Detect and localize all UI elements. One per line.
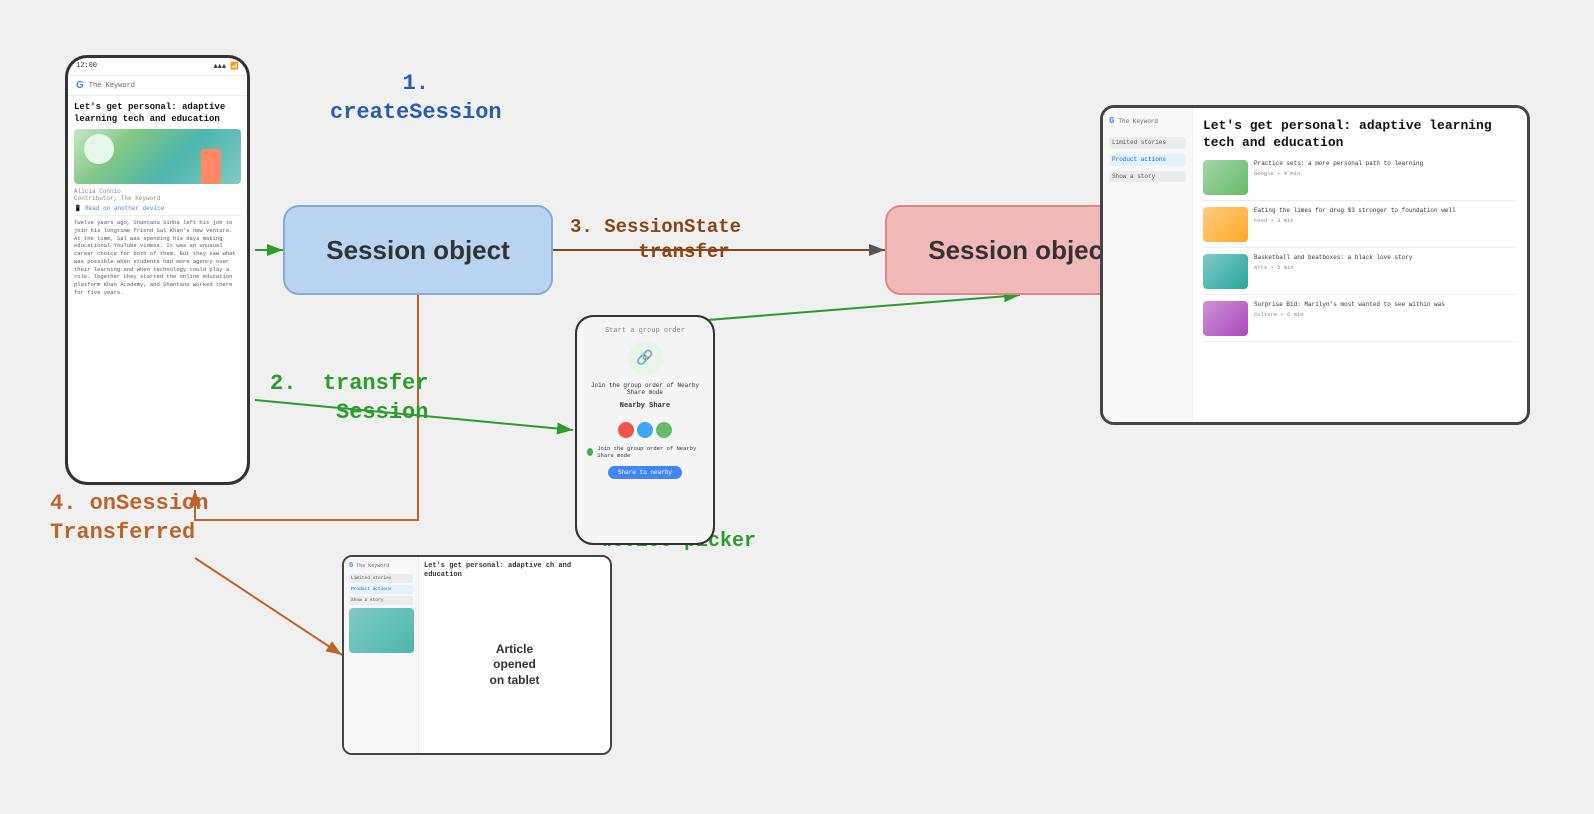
diagram-container: 1. createSession 2. transfer Session 3. … xyxy=(0,0,1594,814)
phone-content: Let's get personal: adaptive learning te… xyxy=(68,96,247,482)
read-on-device: 📱 Read on another device xyxy=(74,205,241,216)
phone-device-picker: Start a group order 🔗 Join the group ord… xyxy=(575,315,715,545)
tablet-list-item-1: Eating the limes for drug $3 stronger to… xyxy=(1203,207,1517,248)
tablet-destination: G The Keyword Limited stories Product ac… xyxy=(1100,105,1530,425)
tablet-list-text-0: Practice sets: a more personal path to l… xyxy=(1254,160,1423,168)
device-list: Join the group order of Nearby Share mod… xyxy=(582,442,708,462)
tb-item-0: Limited stories xyxy=(349,574,413,583)
tb-main: Let's get personal: adaptive ch and educ… xyxy=(419,557,610,753)
tablet-article-list: Practice sets: a more personal path to l… xyxy=(1203,160,1517,342)
tablet-list-img-0 xyxy=(1203,160,1248,195)
tablet-list-item-0: Practice sets: a more personal path to l… xyxy=(1203,160,1517,201)
tablet-sidebar-top: G The Keyword xyxy=(1109,116,1186,126)
tablet-main: Let's get personal: adaptive learning te… xyxy=(1193,108,1527,422)
nearby-share-icon: 🔗 xyxy=(628,341,663,376)
article-image xyxy=(74,129,241,184)
group-order-text: Join the group order of Nearby Share mod… xyxy=(582,382,708,396)
tablet-article-opened: G The Keyword Limited stories Product ac… xyxy=(342,555,612,755)
tablet-list-meta-2: Arts • 5 min xyxy=(1254,264,1412,271)
tablet-list-img-2 xyxy=(1203,254,1248,289)
device-dot xyxy=(587,448,593,456)
tablet-list-text-1: Eating the limes for drug $3 stronger to… xyxy=(1254,207,1456,215)
phone-top-bar: G The Keyword xyxy=(68,76,247,96)
session-box-left: Session object xyxy=(283,205,553,295)
tb-sidebar: G The Keyword Limited stories Product ac… xyxy=(344,557,419,753)
tablet-article-title: Let's get personal: adaptive learning te… xyxy=(1203,118,1517,152)
tb-article-header: Let's get personal: adaptive ch and educ… xyxy=(419,557,610,582)
device-avatar-2 xyxy=(637,422,653,438)
device-avatar-1 xyxy=(618,422,634,438)
tablet-sidebar-item-0: Limited stories xyxy=(1109,137,1186,149)
step4-label: 4. onSessionTransferred xyxy=(50,490,208,547)
tb-item-1: Product actions xyxy=(349,585,413,594)
tb-g-logo: G xyxy=(349,562,353,570)
tb-sidebar-top: G The Keyword xyxy=(349,562,413,570)
tablet-g-logo: G xyxy=(1109,116,1114,126)
article-meta: Alicia Connio Contributor, The Keyword xyxy=(74,188,241,202)
tablet-list-img-1 xyxy=(1203,207,1248,242)
nearby-share-label: Nearby Share xyxy=(620,402,670,410)
tablet-list-meta-1: Food • 3 min xyxy=(1254,217,1456,224)
tablet-list-text-3: Surprise Bid: Marilyn's most wanted to s… xyxy=(1254,301,1445,309)
tablet-list-text-2: Basketball and beatboxes: a black love s… xyxy=(1254,254,1412,262)
tablet-list-meta-3: Culture • 6 min xyxy=(1254,311,1445,318)
device-avatar-3 xyxy=(656,422,672,438)
article-body: Twelve years ago, Shantanu Sinha left hi… xyxy=(74,219,241,296)
tablet-sidebar: G The Keyword Limited stories Product ac… xyxy=(1103,108,1193,422)
tablet-list-item-3: Surprise Bid: Marilyn's most wanted to s… xyxy=(1203,301,1517,342)
tablet-list-img-3 xyxy=(1203,301,1248,336)
tablet-list-meta-0: Google • 4 min xyxy=(1254,170,1423,177)
phone-source: 12:00 ▲▲▲ 📶 G The Keyword Let's get pers… xyxy=(65,55,250,485)
tb-keyword: The Keyword xyxy=(356,563,389,569)
step3-label: 3. SessionState transfer xyxy=(570,215,741,264)
nearby-share-header: Start a group order xyxy=(605,327,685,335)
google-logo: G xyxy=(76,80,84,91)
keyword-text: The Keyword xyxy=(89,82,135,90)
step2-label: 2. transfer Session xyxy=(270,370,428,427)
article-opened-overlay: Articleopenedon tablet xyxy=(424,582,605,748)
article-title: Let's get personal: adaptive learning te… xyxy=(74,102,241,125)
device-avatars xyxy=(618,422,672,438)
phone-status-bar: 12:00 ▲▲▲ 📶 xyxy=(68,58,247,76)
tablet-list-item-2: Basketball and beatboxes: a black love s… xyxy=(1203,254,1517,295)
tablet-sidebar-item-1: Product actions xyxy=(1109,154,1186,166)
share-nearby-btn: Share to nearby xyxy=(608,466,682,479)
tablet-keyword: The Keyword xyxy=(1118,118,1158,125)
device-item: Join the group order of Nearby Share mod… xyxy=(582,442,708,462)
tb-img xyxy=(349,608,414,653)
tb-item-2: Show a story xyxy=(349,596,413,605)
tablet-sidebar-item-2: Show a story xyxy=(1109,171,1186,183)
article-opened-text: Articleopenedon tablet xyxy=(490,642,540,689)
step1-label: 1. createSession xyxy=(330,70,502,127)
